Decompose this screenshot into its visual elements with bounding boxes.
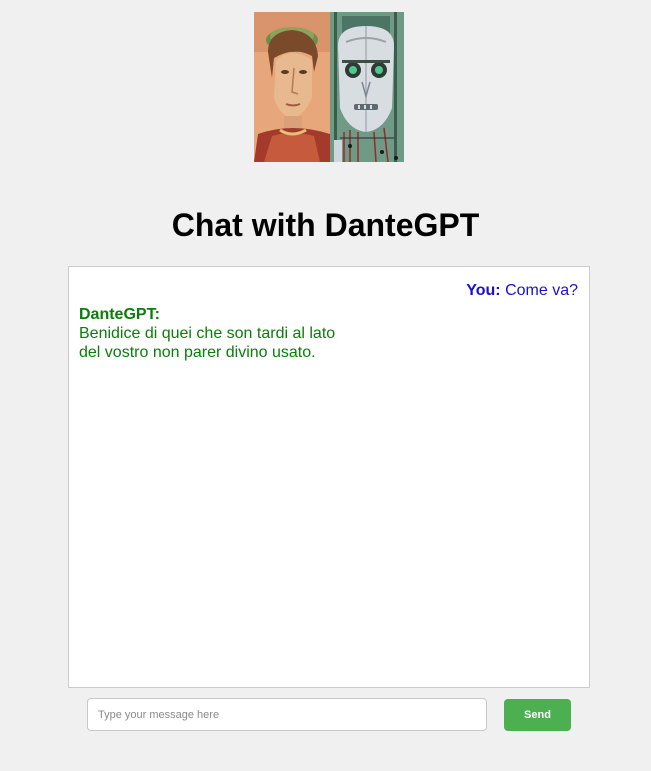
page: Chat with DanteGPT You: Come va? DanteGP…	[0, 0, 651, 771]
hero-image	[254, 12, 404, 162]
dante-and-robot-portrait-icon	[254, 12, 404, 162]
bot-message: DanteGPT: Benidice di quei che son tardi…	[79, 305, 359, 362]
message-input[interactable]	[87, 698, 487, 731]
send-button[interactable]: Send	[504, 699, 571, 731]
bot-sender-label: DanteGPT:	[79, 306, 160, 323]
user-sender-label: You:	[466, 282, 501, 299]
bot-message-text: Benidice di quei che son tardi al lato d…	[79, 325, 336, 361]
user-message-text: Come va?	[505, 282, 578, 299]
user-message: You: Come va?	[466, 281, 578, 301]
chat-history[interactable]: You: Come va? DanteGPT: Benidice di quei…	[68, 266, 590, 688]
page-title: Chat with DanteGPT	[171, 207, 480, 243]
